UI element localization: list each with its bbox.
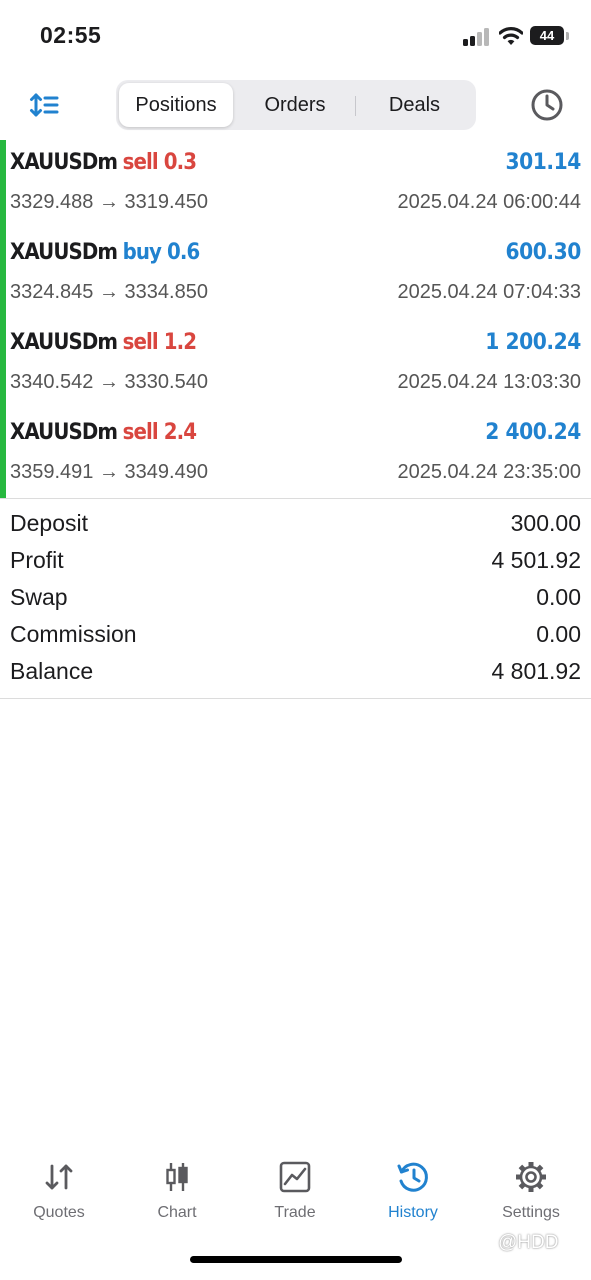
- position-profit: 1 200.24: [485, 330, 581, 355]
- position-prices: 3340.542 → 3330.540: [10, 371, 208, 393]
- view-segmented-control: Positions Orders Deals: [116, 80, 476, 130]
- home-indicator: [190, 1256, 402, 1263]
- summary-value: 300.00: [510, 510, 581, 536]
- tab-label: Trade: [274, 1204, 316, 1221]
- tab-label: Quotes: [33, 1204, 85, 1221]
- quotes-icon: [45, 1164, 73, 1190]
- summary-value: 0.00: [536, 584, 581, 610]
- wifi-icon: [499, 27, 523, 45]
- summary-label: Commission: [10, 621, 137, 647]
- position-type: buy 0.6: [122, 240, 201, 265]
- tab-orders[interactable]: Orders: [236, 83, 354, 127]
- position-symbol: XAUUSDm: [10, 330, 118, 355]
- summary-row-swap: Swap 0.00: [0, 580, 591, 617]
- tab-settings[interactable]: Settings: [472, 1155, 590, 1235]
- trade-icon: [279, 1161, 311, 1193]
- position-row[interactable]: XAUUSDm sell 0.3 301.14 3329.488 → 3319.4…: [0, 140, 591, 230]
- history-period-button[interactable]: [528, 86, 566, 124]
- position-prices: 3359.491 → 3349.490: [10, 461, 208, 483]
- position-time: 2025.04.24 06:00:44: [397, 191, 581, 213]
- summary-label: Deposit: [10, 510, 88, 536]
- tab-deals[interactable]: Deals: [356, 83, 473, 127]
- position-time: 2025.04.24 23:35:00: [397, 461, 581, 483]
- history-icon: [397, 1162, 428, 1192]
- position-symbol: XAUUSDm: [10, 240, 118, 265]
- tab-trade[interactable]: Trade: [236, 1155, 354, 1235]
- summary-value: 0.00: [536, 621, 581, 647]
- position-profit: 301.14: [505, 150, 582, 175]
- position-type: sell 0.3: [122, 150, 197, 175]
- tab-positions[interactable]: Positions: [119, 83, 233, 127]
- bottom-tab-bar: Quotes Chart Trade History Settings: [0, 1155, 591, 1235]
- position-profit: 600.30: [505, 240, 582, 265]
- position-symbol: XAUUSDm: [10, 150, 118, 175]
- account-summary: Deposit 300.00 Profit 4 501.92 Swap 0.00…: [0, 506, 591, 699]
- battery-level: 44: [530, 26, 564, 45]
- summary-value: 4 501.92: [491, 547, 581, 573]
- tab-label: History: [388, 1204, 438, 1221]
- tab-quotes[interactable]: Quotes: [0, 1155, 118, 1235]
- chart-icon: [166, 1163, 188, 1191]
- status-time: 02:55: [40, 22, 102, 48]
- watermark-text: @HDD: [498, 1232, 559, 1253]
- position-time: 2025.04.24 07:04:33: [397, 281, 581, 303]
- position-type: sell 2.4: [122, 420, 197, 445]
- toolbar: Positions Orders Deals: [0, 72, 591, 138]
- summary-label: Balance: [10, 658, 94, 684]
- summary-row-profit: Profit 4 501.92: [0, 543, 591, 580]
- summary-label: Swap: [10, 584, 68, 610]
- summary-row-balance: Balance 4 801.92: [0, 654, 591, 691]
- tab-label: Chart: [157, 1204, 197, 1221]
- position-row[interactable]: XAUUSDm buy 0.6 600.30 3324.845 → 3334.85…: [0, 230, 591, 320]
- position-row[interactable]: XAUUSDm sell 1.2 1 200.24 3340.542 → 3330…: [0, 320, 591, 410]
- position-type: sell 1.2: [122, 330, 197, 355]
- tab-chart[interactable]: Chart: [118, 1155, 236, 1235]
- clock-icon: [531, 89, 563, 121]
- summary-label: Profit: [10, 547, 64, 573]
- battery-tip-icon: [566, 32, 569, 40]
- position-profit: 2 400.24: [485, 420, 581, 445]
- cellular-signal-icon: [463, 28, 491, 46]
- summary-value: 4 801.92: [491, 658, 581, 684]
- sort-icon: [30, 93, 59, 117]
- tab-label: Settings: [502, 1204, 560, 1221]
- status-bar: 02:55 44: [0, 0, 591, 72]
- position-time: 2025.04.24 13:03:30: [397, 371, 581, 393]
- position-symbol: XAUUSDm: [10, 420, 118, 445]
- sort-button[interactable]: [22, 86, 66, 124]
- summary-row-deposit: Deposit 300.00: [0, 506, 591, 543]
- position-row[interactable]: XAUUSDm sell 2.4 2 400.24 3359.491 → 3349…: [0, 410, 591, 500]
- tab-history[interactable]: History: [354, 1155, 472, 1235]
- settings-icon: [516, 1162, 546, 1192]
- position-prices: 3329.488 → 3319.450: [10, 191, 208, 213]
- position-prices: 3324.845 → 3334.850: [10, 281, 208, 303]
- summary-row-commission: Commission 0.00: [0, 617, 591, 654]
- positions-list: XAUUSDm sell 0.3 301.14 3329.488 → 3319.4…: [0, 140, 591, 499]
